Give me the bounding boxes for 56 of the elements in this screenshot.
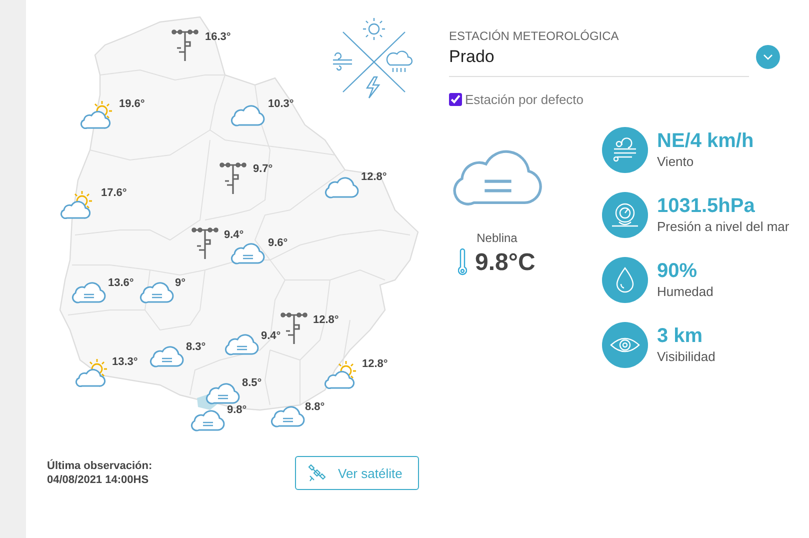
- metric-label: Viento: [657, 153, 695, 171]
- weather-mast-icon: [280, 311, 308, 345]
- last-observation-label: Última observación:: [47, 459, 152, 473]
- weather-mast-icon: [171, 28, 199, 62]
- gauge-icon: [602, 192, 648, 238]
- last-observation-time: 04/08/2021 14:00HS: [47, 473, 150, 487]
- temperature-label: 19.6°: [119, 97, 145, 111]
- temperature-label: 12.8°: [313, 313, 339, 327]
- temperature-label: 17.6°: [101, 186, 127, 200]
- fog-icon: [230, 241, 266, 265]
- temperature-label: 12.8°: [362, 357, 388, 371]
- temperature-label: 9.4°: [261, 329, 281, 343]
- temperature-label: 8.5°: [242, 376, 262, 390]
- fog-icon: [270, 404, 306, 428]
- checkbox[interactable]: [449, 93, 462, 106]
- weather-mast-icon: [219, 161, 247, 195]
- checkbox-label: Estación por defecto: [465, 92, 584, 107]
- thermometer-icon: [458, 248, 467, 277]
- temperature-label: 8.3°: [186, 340, 206, 354]
- temperature-label: 8.8°: [305, 400, 325, 414]
- metric-value: 1031.5hPa: [657, 194, 756, 218]
- fog-icon: [224, 332, 260, 356]
- fog-icon: [71, 280, 107, 304]
- temperature-label: 9.4°: [224, 228, 244, 242]
- metric-label: Presión a nivel del mar: [657, 218, 790, 236]
- fog-icon: [190, 408, 226, 432]
- temperature-label: 9°: [175, 276, 186, 290]
- metric-label: Visibilidad: [657, 348, 716, 366]
- temperature-label: 9.7°: [253, 162, 273, 176]
- metric-value: NE/4 km/h: [657, 129, 754, 153]
- temperature-label: 9.6°: [268, 236, 288, 250]
- cloud-icon: [230, 103, 266, 127]
- metric-value: 90%: [657, 259, 698, 283]
- temperature-label: 12.8°: [361, 170, 387, 184]
- temperature-reading: 9.8°C: [475, 248, 536, 276]
- temperature-label: 16.3°: [205, 30, 231, 44]
- fog-icon: [139, 280, 175, 304]
- wind-icon: [602, 127, 648, 173]
- fog-icon: [149, 344, 185, 368]
- fog-icon: [205, 381, 241, 405]
- temperature-label: 13.3°: [112, 355, 138, 369]
- station-select[interactable]: Prado: [449, 44, 749, 77]
- weather-mast-icon: [191, 226, 219, 260]
- cloud-icon: [324, 175, 360, 199]
- metric-value: 3 km: [657, 324, 704, 348]
- eye-icon: [602, 322, 648, 368]
- temperature-label: 13.6°: [108, 276, 134, 290]
- chevron-icon: [763, 54, 773, 60]
- temperature-label: 9.8°: [227, 403, 247, 417]
- metric-label: Humedad: [657, 283, 714, 301]
- dropdown-button[interactable]: [756, 45, 780, 69]
- condition-label: Neblina: [476, 230, 518, 246]
- drop-icon: [602, 257, 648, 303]
- field-label: ESTACIÓN METEOROLÓGICA: [449, 28, 620, 44]
- temperature-label: 10.3°: [268, 97, 294, 111]
- satellite-icon: [308, 464, 326, 482]
